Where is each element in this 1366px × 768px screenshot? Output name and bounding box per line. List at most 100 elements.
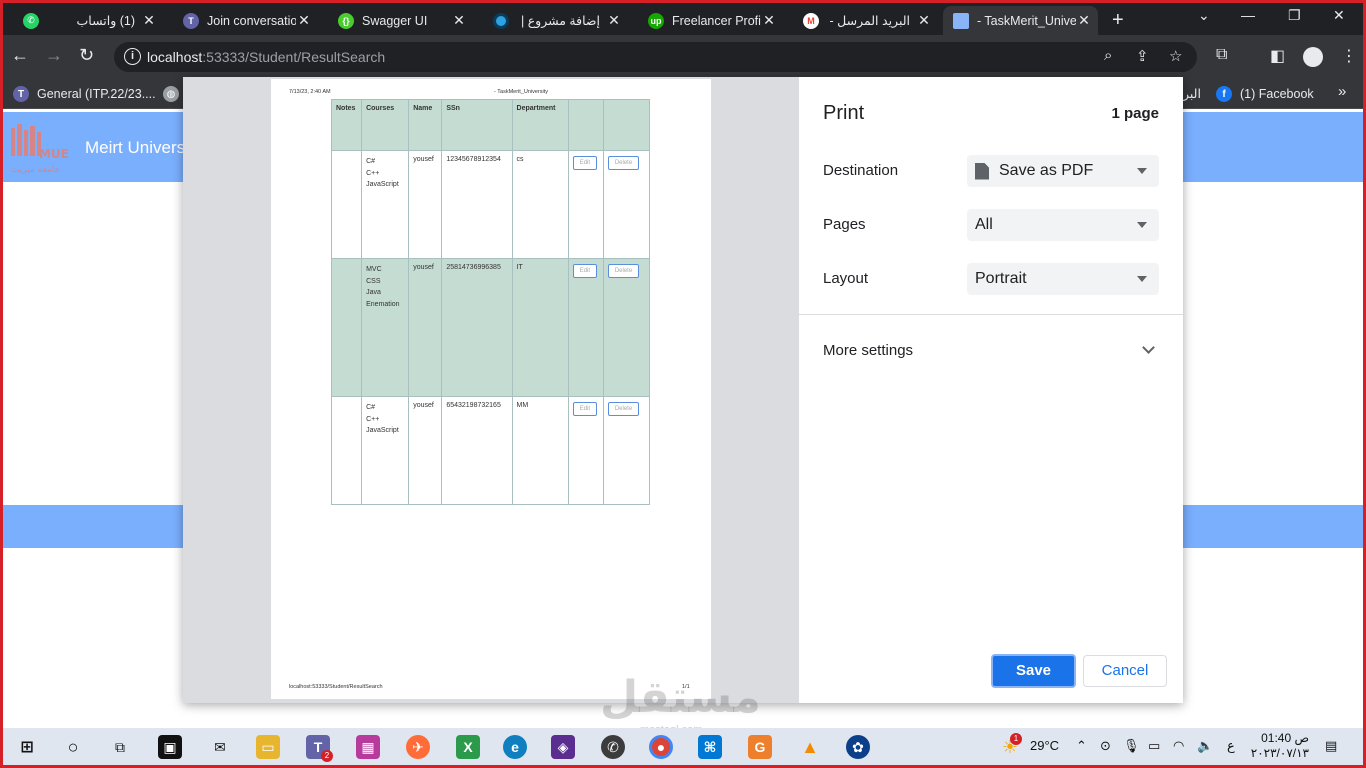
pages-select[interactable]: All (967, 209, 1159, 241)
profile-avatar[interactable] (1303, 47, 1323, 67)
col-name: Name (408, 99, 443, 151)
reload-button[interactable]: ↻ (79, 45, 94, 66)
clock-date: ٢٠٢٣/٠٧/١٣ (1250, 746, 1309, 760)
menu-icon[interactable]: ⋮ (1341, 46, 1357, 66)
bookmark-facebook[interactable]: f (1) Facebook (1216, 86, 1314, 102)
tab-swagger[interactable]: {} Swagger UI ✕ (328, 6, 473, 35)
postman-icon[interactable]: ✈ (406, 735, 430, 759)
course-item: Enemation (366, 300, 400, 308)
tab-whatsapp[interactable]: ✆ (1) واتساب ✕ (13, 6, 163, 35)
bookmarks-overflow-icon[interactable]: » (1338, 83, 1346, 100)
bookmark-star-icon[interactable]: ☆ (1169, 47, 1182, 65)
tab-taskmerit[interactable]: - TaskMerit_University ✕ (943, 6, 1098, 35)
battery-icon[interactable]: ▭ (1148, 738, 1160, 754)
clock-time: 01:40 ص (1261, 731, 1309, 745)
tab-freelancer[interactable]: up Freelancer Profile ✕ (638, 6, 783, 35)
video-player-icon[interactable]: ✿ (846, 735, 870, 759)
table-header-row: Notes Courses Name SSn Department (330, 99, 651, 151)
whatsapp-icon[interactable]: ✆ (601, 735, 625, 759)
close-tab-icon[interactable]: ✕ (606, 12, 622, 29)
camera-icon[interactable]: ⊙ (1100, 738, 1111, 754)
gmail-icon: M (803, 12, 819, 29)
zoom-icon[interactable]: ⌕ (1104, 47, 1112, 64)
cell-ssn: 12345678912354 (441, 150, 513, 259)
volume-icon[interactable]: 🔈 (1197, 738, 1213, 754)
task-view-icon[interactable]: ⧉ (108, 735, 132, 759)
vscode-icon[interactable]: ⌘ (698, 735, 722, 759)
col-ssn: SSn (441, 99, 513, 151)
show-hidden-icons[interactable]: ⌃ (1076, 738, 1087, 754)
destination-select[interactable]: Save as PDF (967, 155, 1159, 187)
close-tab-icon[interactable]: ✕ (1076, 12, 1092, 29)
close-window-button[interactable]: ✕ (1333, 7, 1345, 24)
microphone-icon[interactable]: 🎙 (1123, 738, 1140, 754)
winrar-icon[interactable]: ▦ (356, 735, 380, 759)
close-tab-icon[interactable]: ✕ (761, 12, 777, 29)
url-text[interactable]: localhost:53333/Student/ResultSearch (147, 49, 385, 65)
layout-value: Portrait (975, 270, 1027, 287)
layout-select[interactable]: Portrait (967, 263, 1159, 295)
windows-start-icon[interactable]: ⊞ (15, 735, 39, 759)
sheet-header-date: 7/13/23, 2:40 AM (289, 89, 331, 95)
col-courses: Courses (361, 99, 410, 151)
edit-button: Edit (572, 156, 598, 170)
chevron-down-icon[interactable] (1142, 341, 1155, 354)
course-item: C# (366, 404, 376, 411)
forward-button[interactable]: → (45, 45, 63, 66)
restore-button[interactable]: ❐ (1288, 7, 1301, 24)
caret-down-icon (1137, 222, 1147, 228)
file-explorer-icon[interactable]: ▭ (256, 735, 280, 759)
save-button[interactable]: Save (991, 654, 1076, 688)
tab-join-conversation[interactable]: T Join conversation ✕ (173, 6, 318, 35)
upwork-icon: up (648, 12, 664, 29)
layout-label: Layout (823, 270, 869, 287)
tab-title: Freelancer Profile (672, 13, 761, 28)
close-tab-icon[interactable]: ✕ (451, 12, 467, 29)
edit-button: Edit (572, 264, 598, 278)
clock[interactable]: 01:40 ص ٢٠٢٣/٠٧/١٣ (1249, 731, 1309, 761)
close-tab-icon[interactable]: ✕ (296, 12, 312, 29)
tab-mostaql[interactable]: إضافة مشروع | م ✕ (483, 6, 628, 35)
tab-title: البريد المرسل - l (827, 14, 910, 28)
tab-gmail[interactable]: M البريد المرسل - l ✕ (793, 6, 938, 35)
new-tab-button[interactable]: + (1112, 9, 1124, 32)
mail-icon[interactable]: ✉ (208, 735, 232, 759)
tab-title: إضافة مشروع | م (517, 14, 600, 28)
print-settings-panel: Print 1 page Destination Save as PDF Pag… (799, 77, 1183, 703)
facebook-icon: f (1216, 86, 1232, 102)
cancel-button[interactable]: Cancel (1083, 655, 1167, 687)
more-settings-toggle[interactable]: More settings (823, 342, 913, 359)
cell-department: cs (511, 150, 569, 259)
side-panel-icon[interactable]: ◧ (1270, 46, 1285, 66)
bookmark-arabic[interactable]: البر (1183, 86, 1201, 101)
vs-code-alt-icon[interactable]: ◈ (551, 735, 575, 759)
temperature-text[interactable]: 29°C (1030, 738, 1059, 753)
tab-search-chevron-icon[interactable]: ⌄ (1198, 7, 1210, 24)
extensions-icon[interactable]: ⧉ (1216, 46, 1227, 64)
address-bar[interactable]: i localhost:53333/Student/ResultSearch ⌕… (114, 42, 1197, 72)
course-item: C++ (366, 415, 380, 423)
language-indicator[interactable]: ع (1227, 738, 1235, 754)
site-info-icon[interactable]: i (124, 48, 141, 65)
minimize-button[interactable]: — (1241, 7, 1255, 23)
wifi-icon[interactable]: ◠ (1173, 738, 1184, 754)
close-tab-icon[interactable]: ✕ (916, 12, 932, 29)
bookmark-general[interactable]: T General (ITP.22/23.... (13, 86, 156, 102)
share-icon[interactable]: ⇪ (1136, 47, 1149, 65)
excel-icon[interactable]: X (456, 735, 480, 759)
bookmark-label: البر (1183, 87, 1201, 101)
notifications-icon[interactable]: ▤ (1325, 738, 1337, 754)
back-button[interactable]: ← (11, 45, 29, 66)
store-icon[interactable]: ▣ (158, 735, 182, 759)
pdf-app-icon[interactable]: G (748, 735, 772, 759)
edge-icon[interactable]: e (503, 735, 527, 759)
mostaql-icon (493, 12, 509, 29)
chrome-icon[interactable]: ● (649, 735, 673, 759)
cell-delete: Delete (602, 150, 651, 259)
close-tab-icon[interactable]: ✕ (141, 12, 157, 29)
bookmark-label: (1) Facebook (1240, 87, 1314, 101)
url-path: :53333/Student/ResultSearch (202, 49, 386, 65)
bookmark-label: General (ITP.22/23.... (37, 87, 156, 101)
search-icon[interactable]: ○ (61, 735, 85, 759)
vlc-icon[interactable]: ▲ (798, 735, 822, 759)
